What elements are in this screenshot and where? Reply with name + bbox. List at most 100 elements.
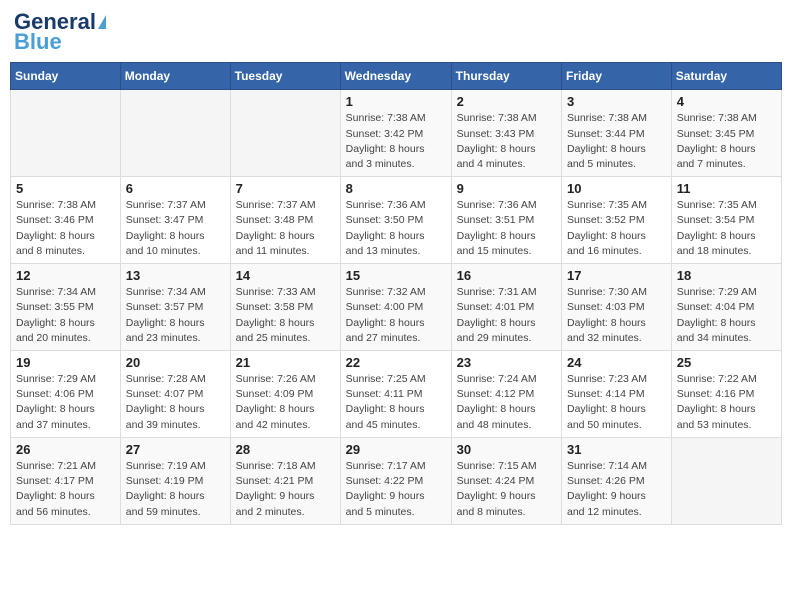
day-info: Sunrise: 7:35 AM Sunset: 3:52 PM Dayligh… <box>567 198 666 259</box>
calendar-cell: 18 Sunrise: 7:29 AM Sunset: 4:04 PM Dayli… <box>671 264 781 351</box>
calendar-cell: 10 Sunrise: 7:35 AM Sunset: 3:52 PM Dayli… <box>562 177 672 264</box>
day-info: Sunrise: 7:15 AM Sunset: 4:24 PM Dayligh… <box>457 459 556 520</box>
calendar-cell: 21Sunrise: 7:26 AM Sunset: 4:09 PM Dayli… <box>230 351 340 438</box>
day-info: Sunrise: 7:24 AM Sunset: 4:12 PM Dayligh… <box>457 372 556 433</box>
day-number: 28 <box>236 442 335 457</box>
day-info: Sunrise: 7:35 AM Sunset: 3:54 PM Dayligh… <box>677 198 776 259</box>
day-number: 8 <box>346 181 446 196</box>
weekday-header-row: SundayMondayTuesdayWednesdayThursdayFrid… <box>11 63 782 90</box>
day-info: Sunrise: 7:38 AM Sunset: 3:46 PM Dayligh… <box>16 198 115 259</box>
calendar-cell: 25 Sunrise: 7:22 AM Sunset: 4:16 PM Dayli… <box>671 351 781 438</box>
calendar-cell: 17 Sunrise: 7:30 AM Sunset: 4:03 PM Dayli… <box>562 264 672 351</box>
day-info: Sunrise: 7:14 AM Sunset: 4:26 PM Dayligh… <box>567 459 666 520</box>
calendar-cell: 31 Sunrise: 7:14 AM Sunset: 4:26 PM Dayli… <box>562 437 672 524</box>
calendar-cell: 27 Sunrise: 7:19 AM Sunset: 4:19 PM Dayli… <box>120 437 230 524</box>
calendar-cell <box>11 90 121 177</box>
day-number: 16 <box>457 268 556 283</box>
day-number: 27 <box>126 442 225 457</box>
day-info: Sunrise: 7:38 AM Sunset: 3:43 PM Dayligh… <box>457 111 556 172</box>
calendar-cell: 8 Sunrise: 7:36 AM Sunset: 3:50 PM Daylig… <box>340 177 451 264</box>
day-number: 29 <box>346 442 446 457</box>
day-number: 23 <box>457 355 556 370</box>
day-number: 18 <box>677 268 776 283</box>
day-info: Sunrise: 7:28 AM Sunset: 4:07 PM Dayligh… <box>126 372 225 433</box>
weekday-header-cell: Tuesday <box>230 63 340 90</box>
calendar-cell <box>230 90 340 177</box>
day-info: Sunrise: 7:38 AM Sunset: 3:45 PM Dayligh… <box>677 111 776 172</box>
calendar-table: SundayMondayTuesdayWednesdayThursdayFrid… <box>10 62 782 524</box>
day-number: 24 <box>567 355 666 370</box>
weekday-header-cell: Wednesday <box>340 63 451 90</box>
day-info: Sunrise: 7:38 AM Sunset: 3:42 PM Dayligh… <box>346 111 446 172</box>
day-info: Sunrise: 7:37 AM Sunset: 3:48 PM Dayligh… <box>236 198 335 259</box>
day-info: Sunrise: 7:36 AM Sunset: 3:50 PM Dayligh… <box>346 198 446 259</box>
day-number: 5 <box>16 181 115 196</box>
calendar-body: 1 Sunrise: 7:38 AM Sunset: 3:42 PM Daylig… <box>11 90 782 524</box>
calendar-cell: 6 Sunrise: 7:37 AM Sunset: 3:47 PM Daylig… <box>120 177 230 264</box>
calendar-cell: 29 Sunrise: 7:17 AM Sunset: 4:22 PM Dayli… <box>340 437 451 524</box>
day-info: Sunrise: 7:32 AM Sunset: 4:00 PM Dayligh… <box>346 285 446 346</box>
day-number: 11 <box>677 181 776 196</box>
day-info: Sunrise: 7:36 AM Sunset: 3:51 PM Dayligh… <box>457 198 556 259</box>
calendar-cell: 11 Sunrise: 7:35 AM Sunset: 3:54 PM Dayli… <box>671 177 781 264</box>
calendar-cell: 20 Sunrise: 7:28 AM Sunset: 4:07 PM Dayli… <box>120 351 230 438</box>
weekday-header-cell: Friday <box>562 63 672 90</box>
day-number: 17 <box>567 268 666 283</box>
day-info: Sunrise: 7:34 AM Sunset: 3:57 PM Dayligh… <box>126 285 225 346</box>
weekday-header-cell: Sunday <box>11 63 121 90</box>
day-number: 4 <box>677 94 776 109</box>
day-number: 10 <box>567 181 666 196</box>
calendar-cell <box>671 437 781 524</box>
calendar-week-row: 12Sunrise: 7:34 AM Sunset: 3:55 PM Dayli… <box>11 264 782 351</box>
calendar-week-row: 5 Sunrise: 7:38 AM Sunset: 3:46 PM Daylig… <box>11 177 782 264</box>
calendar-cell: 9Sunrise: 7:36 AM Sunset: 3:51 PM Daylig… <box>451 177 561 264</box>
day-number: 3 <box>567 94 666 109</box>
day-info: Sunrise: 7:26 AM Sunset: 4:09 PM Dayligh… <box>236 372 335 433</box>
calendar-cell: 28Sunrise: 7:18 AM Sunset: 4:21 PM Dayli… <box>230 437 340 524</box>
weekday-header-cell: Monday <box>120 63 230 90</box>
day-number: 14 <box>236 268 335 283</box>
calendar-cell: 19 Sunrise: 7:29 AM Sunset: 4:06 PM Dayli… <box>11 351 121 438</box>
calendar-cell: 4 Sunrise: 7:38 AM Sunset: 3:45 PM Daylig… <box>671 90 781 177</box>
day-info: Sunrise: 7:33 AM Sunset: 3:58 PM Dayligh… <box>236 285 335 346</box>
day-info: Sunrise: 7:38 AM Sunset: 3:44 PM Dayligh… <box>567 111 666 172</box>
day-info: Sunrise: 7:17 AM Sunset: 4:22 PM Dayligh… <box>346 459 446 520</box>
day-number: 20 <box>126 355 225 370</box>
day-info: Sunrise: 7:22 AM Sunset: 4:16 PM Dayligh… <box>677 372 776 433</box>
day-info: Sunrise: 7:37 AM Sunset: 3:47 PM Dayligh… <box>126 198 225 259</box>
calendar-cell: 5 Sunrise: 7:38 AM Sunset: 3:46 PM Daylig… <box>11 177 121 264</box>
calendar-week-row: 1 Sunrise: 7:38 AM Sunset: 3:42 PM Daylig… <box>11 90 782 177</box>
calendar-cell: 30 Sunrise: 7:15 AM Sunset: 4:24 PM Dayli… <box>451 437 561 524</box>
calendar-week-row: 26 Sunrise: 7:21 AM Sunset: 4:17 PM Dayli… <box>11 437 782 524</box>
calendar-cell: 24 Sunrise: 7:23 AM Sunset: 4:14 PM Dayli… <box>562 351 672 438</box>
day-number: 7 <box>236 181 335 196</box>
day-number: 31 <box>567 442 666 457</box>
day-number: 1 <box>346 94 446 109</box>
logo-triangle-icon <box>98 15 106 29</box>
day-number: 26 <box>16 442 115 457</box>
calendar-cell: 23 Sunrise: 7:24 AM Sunset: 4:12 PM Dayli… <box>451 351 561 438</box>
calendar-cell: 13Sunrise: 7:34 AM Sunset: 3:57 PM Dayli… <box>120 264 230 351</box>
day-info: Sunrise: 7:30 AM Sunset: 4:03 PM Dayligh… <box>567 285 666 346</box>
calendar-cell: 7 Sunrise: 7:37 AM Sunset: 3:48 PM Daylig… <box>230 177 340 264</box>
day-info: Sunrise: 7:29 AM Sunset: 4:04 PM Dayligh… <box>677 285 776 346</box>
logo-text-blue: Blue <box>14 30 62 54</box>
day-number: 25 <box>677 355 776 370</box>
day-info: Sunrise: 7:31 AM Sunset: 4:01 PM Dayligh… <box>457 285 556 346</box>
day-info: Sunrise: 7:21 AM Sunset: 4:17 PM Dayligh… <box>16 459 115 520</box>
calendar-cell: 22Sunrise: 7:25 AM Sunset: 4:11 PM Dayli… <box>340 351 451 438</box>
day-info: Sunrise: 7:19 AM Sunset: 4:19 PM Dayligh… <box>126 459 225 520</box>
day-info: Sunrise: 7:29 AM Sunset: 4:06 PM Dayligh… <box>16 372 115 433</box>
day-number: 19 <box>16 355 115 370</box>
weekday-header-cell: Thursday <box>451 63 561 90</box>
day-number: 6 <box>126 181 225 196</box>
day-info: Sunrise: 7:34 AM Sunset: 3:55 PM Dayligh… <box>16 285 115 346</box>
day-number: 22 <box>346 355 446 370</box>
day-info: Sunrise: 7:23 AM Sunset: 4:14 PM Dayligh… <box>567 372 666 433</box>
day-number: 30 <box>457 442 556 457</box>
day-number: 2 <box>457 94 556 109</box>
weekday-header-cell: Saturday <box>671 63 781 90</box>
calendar-cell: 12Sunrise: 7:34 AM Sunset: 3:55 PM Dayli… <box>11 264 121 351</box>
logo: General Blue <box>14 10 106 54</box>
calendar-cell: 2 Sunrise: 7:38 AM Sunset: 3:43 PM Daylig… <box>451 90 561 177</box>
